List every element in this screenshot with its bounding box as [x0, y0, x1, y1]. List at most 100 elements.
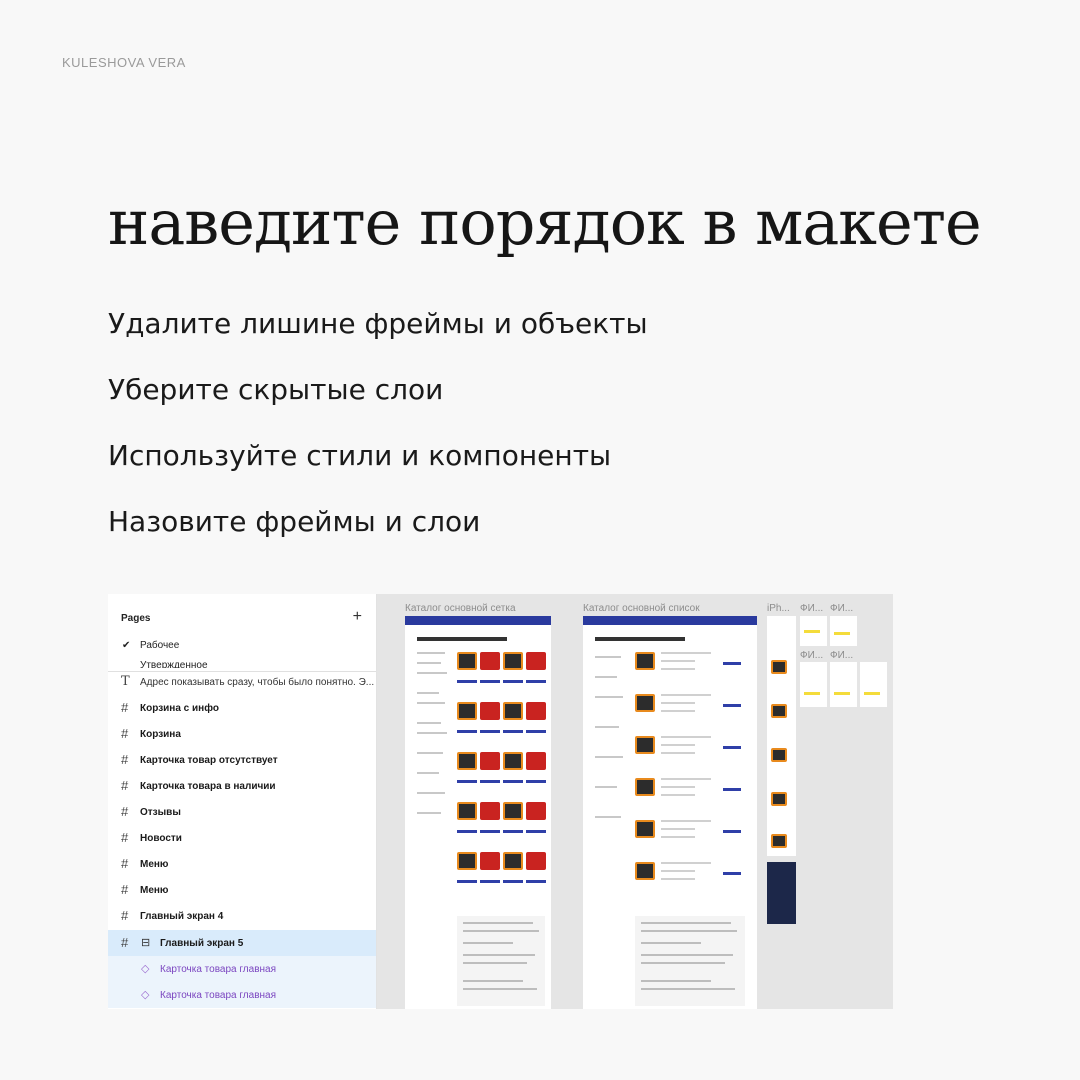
buy-button-thumbnail	[526, 730, 546, 733]
frame-catalog-grid[interactable]	[405, 616, 551, 1009]
product-thumbnail	[526, 852, 546, 870]
tip-item: Удалите лишине фреймы и объекты	[108, 307, 648, 340]
buy-button-thumbnail	[503, 780, 523, 783]
product-thumbnail	[503, 852, 523, 870]
layer-label: Корзина с инфо	[140, 703, 219, 714]
product-thumbnail	[526, 752, 546, 770]
layer-label: Новости	[140, 833, 182, 844]
layer-row[interactable]: T Адрес показывать сразу, чтобы было пон…	[108, 669, 376, 695]
headline: наведите порядок в макете	[108, 186, 982, 259]
site-header	[767, 616, 796, 621]
tip-item: Используйте стили и компоненты	[108, 439, 612, 472]
product-thumbnail	[457, 652, 477, 670]
buy-button-thumbnail	[723, 788, 741, 791]
site-header	[405, 616, 551, 625]
product-thumbnail	[480, 752, 500, 770]
layer-row[interactable]: # Карточка товар отсутствует	[108, 747, 376, 773]
product-text-line	[661, 710, 695, 712]
product-thumbnail	[457, 752, 477, 770]
tips-list: Удалите лишине фреймы и объекты Уберите …	[108, 304, 648, 568]
layer-row-child[interactable]: ◇ Карточка товара главная	[108, 982, 376, 1008]
layer-row-selected[interactable]: # ⊟ Главный экран 5	[108, 930, 376, 956]
layer-row[interactable]: # Отзывы	[108, 799, 376, 825]
buy-button-thumbnail	[503, 880, 523, 883]
product-thumbnail	[480, 802, 500, 820]
buy-button-thumbnail	[503, 680, 523, 683]
frame-form[interactable]	[800, 616, 827, 646]
frame-form[interactable]	[800, 662, 827, 707]
product-text-line	[661, 786, 695, 788]
layer-label: Карточка товара главная	[160, 964, 277, 975]
frame-label[interactable]: ФИ...	[800, 603, 823, 614]
frame-heading-placeholder	[417, 637, 507, 641]
frame-label[interactable]: ФИ...	[800, 650, 823, 661]
layer-label: Главный экран 5	[160, 938, 244, 949]
page-label: Рабочее	[140, 640, 180, 651]
layer-row-child[interactable]: ◇ Карточка товара главная	[108, 956, 376, 982]
product-text-line	[661, 878, 695, 880]
page-item-current[interactable]: ✔ Рабочее	[108, 634, 376, 658]
layer-row[interactable]: # Корзина	[108, 721, 376, 747]
layer-label: Меню	[140, 859, 169, 870]
product-thumbnail	[480, 702, 500, 720]
product-text-line	[661, 794, 695, 796]
product-text-line	[661, 862, 711, 864]
frame-icon: #	[121, 804, 129, 819]
buy-button-thumbnail	[723, 830, 741, 833]
frame-icon: #	[121, 908, 129, 923]
product-text-line	[661, 744, 695, 746]
buy-button-thumbnail	[480, 680, 500, 683]
text-icon: T	[121, 674, 130, 689]
frame-label[interactable]: Каталог основной список	[583, 603, 700, 614]
product-thumbnail	[635, 862, 655, 880]
checkmark-icon: ✔	[122, 640, 131, 651]
layer-row[interactable]: # Меню	[108, 851, 376, 877]
buy-button-thumbnail	[480, 730, 500, 733]
frame-mobile[interactable]	[767, 616, 796, 856]
product-text-line	[661, 752, 695, 754]
layer-row[interactable]: # Новости	[108, 825, 376, 851]
frame-mobile-menu[interactable]	[767, 862, 796, 924]
product-text-line	[661, 870, 695, 872]
layer-label: Карточка товара в наличии	[140, 781, 276, 792]
frame-label[interactable]: iPh...	[767, 603, 790, 614]
component-instance-icon: ◇	[141, 963, 150, 975]
frame-form[interactable]	[830, 662, 857, 707]
buy-button-thumbnail	[457, 780, 477, 783]
seo-text-block	[635, 916, 745, 1006]
seo-text-block	[457, 916, 545, 1006]
product-thumbnail	[526, 652, 546, 670]
frame-icon: #	[121, 935, 129, 950]
frame-label[interactable]: ФИ...	[830, 603, 853, 614]
frame-label[interactable]: ФИ...	[830, 650, 853, 661]
frame-form[interactable]	[860, 662, 887, 707]
product-thumbnail	[457, 852, 477, 870]
pages-title: Pages	[121, 613, 151, 624]
product-thumbnail	[635, 694, 655, 712]
layer-label: Главный экран 4	[140, 911, 224, 922]
brand-name: KULESHOVA VERA	[62, 55, 186, 70]
component-instance-icon: ◇	[141, 989, 150, 1001]
add-page-icon[interactable]: +	[353, 608, 362, 626]
buy-button-thumbnail	[480, 880, 500, 883]
layer-row[interactable]: # Карточка товара в наличии	[108, 773, 376, 799]
layer-label: Корзина	[140, 729, 181, 740]
layer-label: Карточка товар отсутствует	[140, 755, 278, 766]
site-header	[583, 616, 757, 625]
buy-button-thumbnail	[503, 730, 523, 733]
layer-row[interactable]: # Меню	[108, 877, 376, 903]
frame-catalog-list[interactable]	[583, 616, 757, 1009]
buy-button-thumbnail	[723, 704, 741, 707]
frame-form[interactable]	[830, 616, 857, 646]
page-item[interactable]: Утвержденное	[108, 660, 376, 668]
frame-label[interactable]: Каталог основной сетка	[405, 603, 516, 614]
layer-row[interactable]: # Корзина с инфо	[108, 695, 376, 721]
buy-button-thumbnail	[526, 680, 546, 683]
auto-layout-icon: ⊟	[141, 937, 151, 949]
frame-heading-placeholder	[595, 637, 685, 641]
product-text-line	[661, 694, 711, 696]
layers-panel: Pages + ✔ Рабочее Утвержденное T Адрес п…	[108, 594, 377, 1009]
figma-screenshot: Pages + ✔ Рабочее Утвержденное T Адрес п…	[108, 594, 893, 1009]
layer-row[interactable]: # Главный экран 4	[108, 903, 376, 929]
buy-button-thumbnail	[526, 830, 546, 833]
